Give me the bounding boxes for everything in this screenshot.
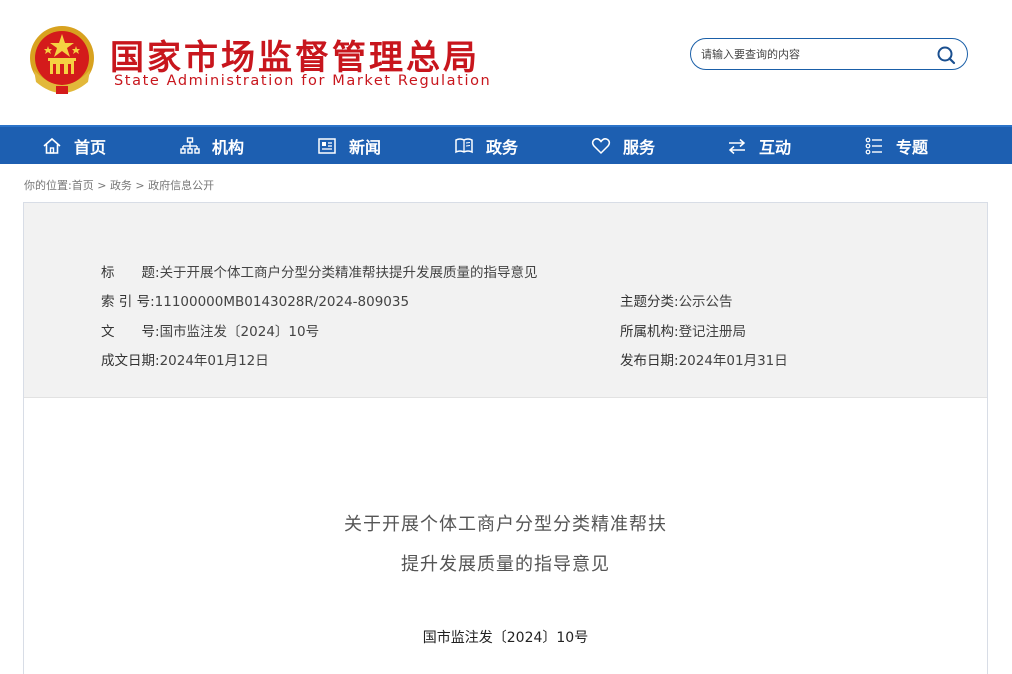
- meta-label: 标 题:: [101, 265, 160, 281]
- meta-index-row: 索 引 号:11100000MB0143028R/2024-809035: [101, 290, 409, 310]
- meta-category-value: 公示公告: [678, 294, 733, 310]
- site-header: 国家市场监督管理总局 State Administration for Mark…: [0, 0, 1012, 125]
- meta-label: 文 号:: [101, 324, 160, 340]
- meta-title-row: 标 题:关于开展个体工商户分型分类精准帮扶提升发展质量的指导意见: [101, 261, 538, 281]
- nav-item-label: 政务: [486, 137, 519, 157]
- meta-label: 所属机构:: [620, 324, 679, 340]
- book-icon: [455, 137, 473, 153]
- nav-item-label: 首页: [74, 137, 107, 157]
- meta-label: 发布日期:: [620, 353, 679, 369]
- breadcrumb-item-disclosure[interactable]: 政府信息公开: [148, 179, 214, 192]
- main-nav: 首页 机构 新闻 政务 服务 互动 专题: [0, 125, 1012, 164]
- article-panel: 标 题:关于开展个体工商户分型分类精准帮扶提升发展质量的指导意见 索 引 号:1…: [23, 202, 988, 674]
- meta-doc-number-row: 文 号:国市监注发〔2024〕10号: [101, 320, 319, 340]
- swap-arrows-icon: [728, 138, 746, 154]
- meta-label: 索 引 号:: [101, 294, 155, 310]
- org-chart-icon: [180, 136, 200, 154]
- meta-category-row: 主题分类:公示公告: [620, 290, 733, 310]
- list-icon: [865, 137, 882, 154]
- meta-published-date-value: 2024年01月31日: [678, 353, 788, 369]
- nav-item-home[interactable]: 首页: [42, 127, 106, 164]
- meta-label: 主题分类:: [620, 294, 679, 310]
- site-title-english[interactable]: State Administration for Market Regulati…: [114, 73, 491, 89]
- breadcrumb: 你的位置:首页 > 政务 > 政府信息公开: [24, 177, 214, 193]
- document-title-line-2: 提升发展质量的指导意见: [401, 554, 610, 575]
- document-number: 国市监注发〔2024〕10号: [422, 630, 589, 646]
- home-icon: [43, 137, 61, 154]
- meta-organization-value: 登记注册局: [678, 324, 747, 340]
- nav-item-label: 机构: [212, 137, 245, 157]
- breadcrumb-separator: >: [93, 179, 110, 192]
- meta-published-date-row: 发布日期:2024年01月31日: [620, 349, 788, 369]
- meta-title-value: 关于开展个体工商户分型分类精准帮扶提升发展质量的指导意见: [159, 265, 538, 281]
- breadcrumb-separator: >: [131, 179, 149, 192]
- nav-item-label: 互动: [759, 137, 792, 157]
- newspaper-icon: [318, 137, 336, 154]
- nav-item-government-affairs[interactable]: 政务: [454, 127, 518, 164]
- meta-label: 成文日期:: [101, 353, 160, 369]
- breadcrumb-prefix: 你的位置:: [24, 179, 72, 192]
- nav-item-special-topics[interactable]: 专题: [864, 127, 928, 164]
- meta-written-date-value: 2024年01月12日: [159, 353, 269, 369]
- national-emblem-icon[interactable]: [28, 24, 96, 96]
- search-icon[interactable]: [936, 45, 956, 65]
- search-input[interactable]: [701, 44, 926, 64]
- heart-icon: [591, 137, 611, 154]
- breadcrumb-item-home[interactable]: 首页: [72, 179, 94, 192]
- nav-item-news[interactable]: 新闻: [317, 127, 381, 164]
- meta-written-date-row: 成文日期:2024年01月12日: [101, 349, 269, 369]
- meta-doc-number-value: 国市监注发〔2024〕10号: [159, 324, 320, 340]
- nav-item-services[interactable]: 服务: [591, 127, 655, 164]
- nav-item-label: 服务: [623, 137, 656, 157]
- nav-item-label: 专题: [896, 137, 929, 157]
- meta-index-value: 11100000MB0143028R/2024-809035: [154, 294, 410, 310]
- breadcrumb-item-government-affairs[interactable]: 政务: [110, 179, 132, 192]
- meta-organization-row: 所属机构:登记注册局: [620, 320, 746, 340]
- document-metadata: 标 题:关于开展个体工商户分型分类精准帮扶提升发展质量的指导意见 索 引 号:1…: [24, 203, 987, 398]
- document-title-line-1: 关于开展个体工商户分型分类精准帮扶: [344, 514, 667, 535]
- search-box: [690, 38, 968, 70]
- nav-item-interaction[interactable]: 互动: [727, 127, 791, 164]
- nav-item-organization[interactable]: 机构: [180, 127, 244, 164]
- nav-item-label: 新闻: [349, 137, 382, 157]
- site-title[interactable]: 国家市场监督管理总局: [110, 30, 480, 79]
